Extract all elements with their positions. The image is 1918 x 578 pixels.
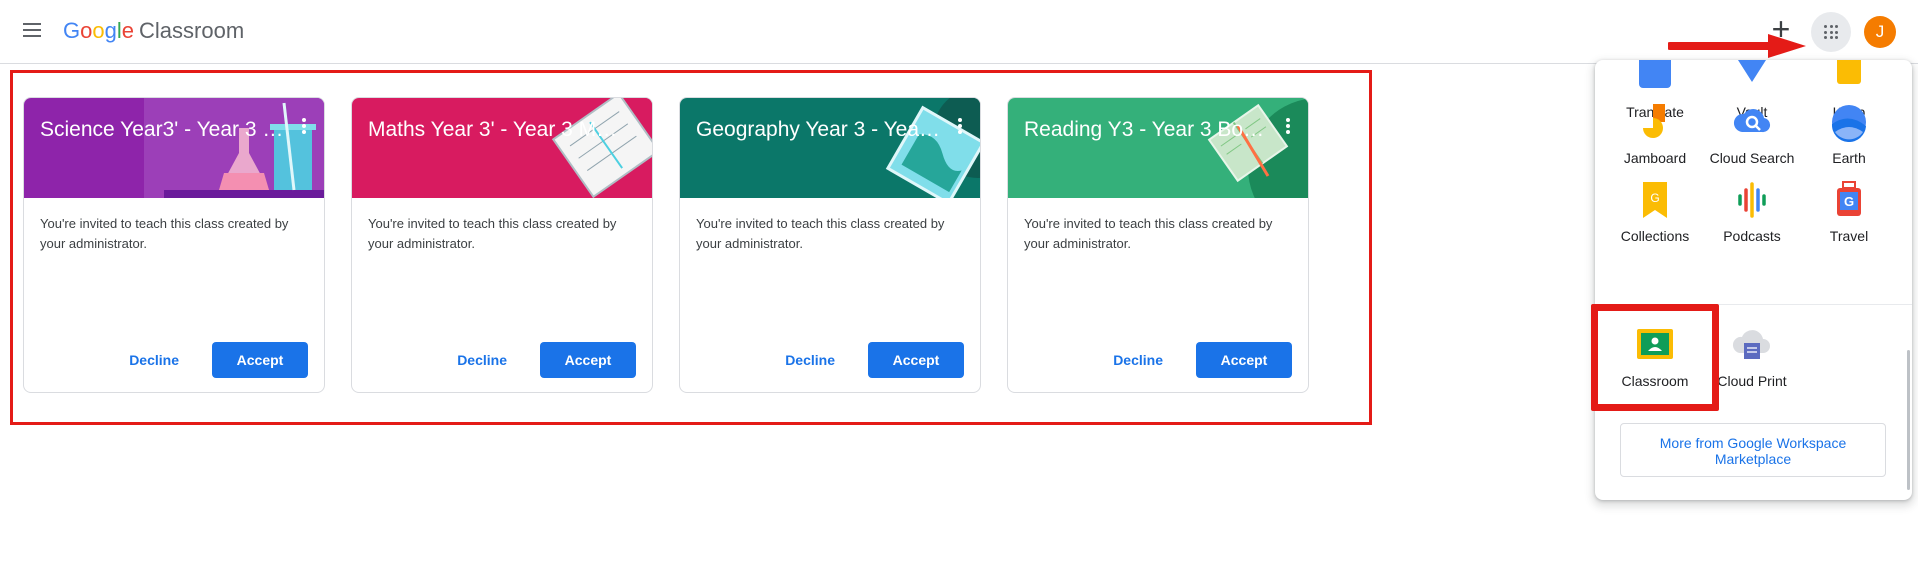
invite-message: You're invited to teach this class creat… (1024, 216, 1273, 251)
class-invite-card: Reading Y3 - Year 3 Books You're invited… (1007, 97, 1309, 393)
decline-button[interactable]: Decline (785, 352, 835, 368)
jamboard-icon (1643, 104, 1665, 138)
app-earth[interactable]: Earth (1801, 102, 1897, 182)
more-options-icon[interactable] (302, 118, 306, 134)
google-classroom-logo[interactable]: Google Classroom (63, 18, 244, 44)
travel-icon: G (1837, 181, 1861, 216)
top-app-bar: Google Classroom + J (0, 0, 1918, 64)
class-title[interactable]: Science Year3' - Year 3 Science (40, 118, 290, 142)
panel-scrollbar[interactable] (1907, 350, 1910, 490)
main-menu-icon[interactable] (20, 20, 44, 44)
class-invite-card: Maths Year 3' - Year 3 Maths You're invi… (351, 97, 653, 393)
cloud-search-icon (1733, 109, 1771, 133)
app-travel[interactable]: G Travel (1801, 180, 1897, 260)
classroom-highlight-box (1591, 304, 1719, 411)
decline-button[interactable]: Decline (1113, 352, 1163, 368)
svg-text:G: G (1650, 191, 1659, 205)
card-actions: Decline Accept (457, 342, 636, 378)
more-options-icon[interactable] (958, 118, 962, 134)
keep-icon (1837, 60, 1861, 84)
card-header[interactable]: Reading Y3 - Year 3 Books (1008, 98, 1308, 198)
accept-button[interactable]: Accept (540, 342, 636, 378)
app-collections[interactable]: G Collections (1607, 180, 1703, 260)
decline-button[interactable]: Decline (457, 352, 507, 368)
invite-message: You're invited to teach this class creat… (696, 216, 945, 251)
vault-icon (1738, 60, 1766, 82)
more-from-marketplace-button[interactable]: More from Google Workspace Marketplace (1620, 423, 1886, 477)
card-header[interactable]: Maths Year 3' - Year 3 Maths (352, 98, 652, 198)
card-header[interactable]: Science Year3' - Year 3 Science (24, 98, 324, 198)
accept-button[interactable]: Accept (1196, 342, 1292, 378)
invite-message: You're invited to teach this class creat… (368, 216, 617, 251)
translate-icon (1639, 60, 1671, 88)
cloud-print-icon (1732, 330, 1770, 359)
class-invite-card: Science Year3' - Year 3 Science You're i… (23, 97, 325, 393)
class-title[interactable]: Maths Year 3' - Year 3 Maths (368, 118, 618, 142)
reading-banner-illustration (1128, 98, 1308, 198)
app-podcasts[interactable]: Podcasts (1704, 180, 1800, 260)
more-options-icon[interactable] (1286, 118, 1290, 134)
app-cloud-search[interactable]: Cloud Search (1704, 102, 1800, 182)
card-actions: Decline Accept (785, 342, 964, 378)
decline-button[interactable]: Decline (129, 352, 179, 368)
class-invite-card: Geography Year 3 - Year 3 Geography You'… (679, 97, 981, 393)
geography-banner-illustration (800, 98, 980, 198)
science-banner-illustration (144, 98, 324, 198)
card-actions: Decline Accept (129, 342, 308, 378)
apps-grid-icon (1824, 25, 1838, 39)
maths-banner-illustration (472, 98, 652, 198)
class-title[interactable]: Reading Y3 - Year 3 Books (1024, 118, 1274, 142)
earth-icon (1831, 105, 1866, 142)
product-name: Classroom (139, 18, 245, 43)
svg-text:G: G (1844, 194, 1854, 209)
class-title[interactable]: Geography Year 3 - Year 3 Geography (696, 118, 946, 142)
accept-button[interactable]: Accept (212, 342, 308, 378)
annotation-arrow (1668, 34, 1806, 58)
collections-icon: G (1643, 182, 1667, 218)
card-header[interactable]: Geography Year 3 - Year 3 Geography (680, 98, 980, 198)
accept-button[interactable]: Accept (868, 342, 964, 378)
app-jamboard[interactable]: Jamboard (1607, 102, 1703, 182)
podcasts-icon (1738, 182, 1766, 218)
card-actions: Decline Accept (1113, 342, 1292, 378)
google-apps-button[interactable] (1811, 12, 1851, 52)
invite-message: You're invited to teach this class creat… (40, 216, 289, 251)
account-avatar[interactable]: J (1864, 16, 1896, 48)
